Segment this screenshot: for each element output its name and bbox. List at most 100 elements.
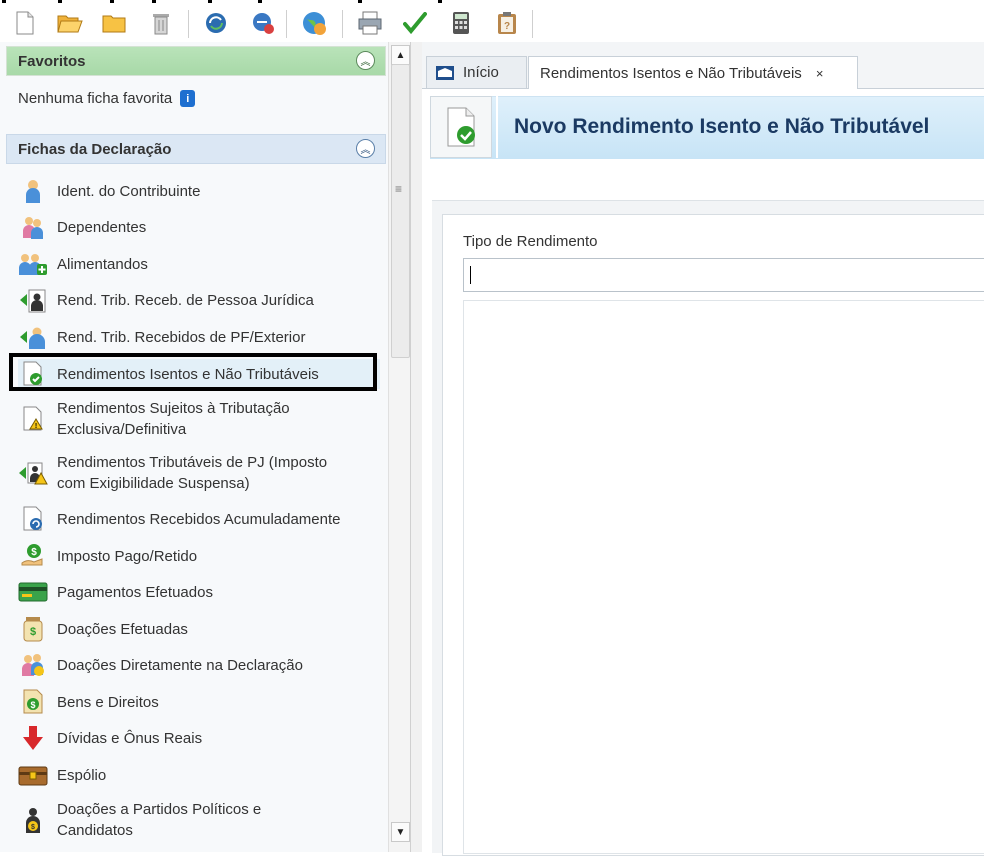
- sidebar-item-rend-exclusiva[interactable]: ! Rendimentos Sujeitos à Tributação Exclu…: [18, 397, 380, 441]
- svg-text:$: $: [30, 626, 36, 638]
- calculator-icon[interactable]: [446, 8, 476, 38]
- donation-jar-icon: $: [18, 614, 48, 644]
- chest-icon: [18, 760, 48, 790]
- tab-label: Rendimentos Isentos e Não Tributáveis: [540, 64, 802, 82]
- fichas-title: Fichas da Declaração: [18, 140, 172, 158]
- trash-icon[interactable]: [146, 8, 176, 38]
- tab-bar: Início Rendimentos Isentos e Não Tributá…: [422, 42, 984, 89]
- tax-paid-icon: $: [18, 541, 48, 571]
- header-divider: [496, 96, 498, 158]
- label-line-2: Candidatos: [57, 822, 133, 839]
- scroll-up-icon[interactable]: ▲: [391, 45, 410, 65]
- income-pf-icon: [18, 322, 48, 352]
- open-folder-icon[interactable]: [55, 8, 85, 38]
- sidebar-item-label: Dependentes: [57, 218, 147, 236]
- sidebar-item-pagamentos[interactable]: Pagamentos Efetuados: [18, 577, 380, 607]
- sidebar-item-imposto-pago[interactable]: $ Imposto Pago/Retido: [18, 541, 380, 571]
- text-caret: [470, 266, 471, 284]
- person-icon: [18, 176, 48, 206]
- scroll-down-icon[interactable]: ▼: [391, 822, 410, 842]
- sidebar-item-label-multiline: Rendimentos Tributáveis de PJ (Imposto co…: [57, 452, 327, 494]
- income-pj-icon: [18, 285, 48, 315]
- sidebar-item-label: Rend. Trib. Receb. de Pessoa Jurídica: [57, 291, 314, 309]
- tab-inicio[interactable]: Início: [426, 56, 527, 88]
- home-icon: [435, 65, 455, 81]
- sidebar-item-doacoes-partidos[interactable]: $ Doações a Partidos Políticos e Candidat…: [18, 798, 380, 842]
- sidebar-item-label: Bens e Direitos: [57, 693, 159, 711]
- svg-text:!: !: [35, 423, 37, 430]
- dependents-icon: [18, 212, 48, 242]
- svg-text:$: $: [30, 700, 35, 710]
- collapse-favoritos-icon[interactable]: ︽: [356, 51, 375, 70]
- clipboard-icon[interactable]: ?: [492, 8, 522, 38]
- recover-icon[interactable]: [248, 8, 278, 38]
- toolbar: ?: [0, 4, 984, 42]
- new-file-icon[interactable]: [10, 8, 40, 38]
- label-line-1: Rendimentos Sujeitos à Tributação: [57, 400, 290, 417]
- scroll-thumb[interactable]: [391, 64, 410, 358]
- main-content: Início Rendimentos Isentos e Não Tributá…: [422, 42, 984, 856]
- favoritos-title: Favoritos: [18, 52, 86, 70]
- sidebar-item-label: Ident. do Contribuinte: [57, 182, 201, 200]
- sync-icon[interactable]: [201, 8, 231, 38]
- sidebar-item-alimentandos[interactable]: Alimentandos: [18, 249, 380, 279]
- favoritos-empty: Nenhuma ficha favorita i: [18, 90, 196, 107]
- selection-highlight-box: [9, 353, 377, 391]
- sidebar-item-rend-trib-pj[interactable]: Rend. Trib. Receb. de Pessoa Jurídica: [18, 285, 380, 315]
- sidebar-item-doacoes-efetuadas[interactable]: $ Doações Efetuadas: [18, 614, 380, 644]
- sidebar-item-label: Dívidas e Ônus Reais: [57, 729, 203, 747]
- debt-arrow-icon: [18, 723, 48, 753]
- label-line-1: Doações a Partidos Políticos e: [57, 801, 262, 818]
- check-icon[interactable]: [400, 8, 430, 38]
- card-icon: [18, 577, 48, 607]
- sidebar-item-label-multiline: Rendimentos Sujeitos à Tributação Exclusi…: [57, 398, 290, 440]
- close-icon[interactable]: ×: [816, 66, 824, 81]
- tipo-rendimento-input[interactable]: [463, 258, 984, 292]
- sidebar-item-rend-trib-pf[interactable]: Rend. Trib. Recebidos de PF/Exterior: [18, 322, 380, 352]
- info-icon[interactable]: i: [180, 90, 196, 107]
- tipo-rendimento-list[interactable]: [463, 300, 984, 854]
- document-refresh-icon: [18, 504, 48, 534]
- svg-text:?: ?: [504, 21, 510, 32]
- sidebar-scrollbar[interactable]: ▲ ≡ ▼: [388, 42, 411, 852]
- document-warning-icon: !: [18, 404, 48, 434]
- sidebar-item-label-multiline: Doações a Partidos Políticos e Candidatos: [57, 799, 261, 841]
- svg-text:$: $: [31, 824, 35, 831]
- political-donation-icon: $: [18, 805, 48, 835]
- sidebar-item-doacoes-diretamente[interactable]: Doações Diretamente na Declaração: [18, 650, 380, 680]
- tab-rendimentos-isentos[interactable]: Rendimentos Isentos e Não Tributáveis ×: [528, 56, 858, 89]
- tab-label: Início: [463, 64, 499, 81]
- assets-icon: $: [18, 687, 48, 717]
- income-suspended-icon: [18, 458, 48, 488]
- sidebar-item-label: Espólio: [57, 766, 107, 784]
- sidebar-item-label: Rendimentos Recebidos Acumuladamente: [57, 510, 341, 528]
- sidebar-item-label: Imposto Pago/Retido: [57, 547, 198, 565]
- sidebar-item-ident-contribuinte[interactable]: Ident. do Contribuinte: [18, 176, 380, 206]
- sidebar-item-dependentes[interactable]: Dependentes: [18, 212, 380, 242]
- fichas-header[interactable]: Fichas da Declaração ︽: [6, 134, 386, 164]
- alimentandos-icon: [18, 249, 48, 279]
- page-title: Novo Rendimento Isento e Não Tributável: [514, 115, 930, 138]
- sidebar-item-rend-pj-suspensa[interactable]: Rendimentos Tributáveis de PJ (Imposto co…: [18, 451, 380, 495]
- label-line-2: com Exigibilidade Suspensa): [57, 475, 250, 492]
- globe-icon[interactable]: [299, 8, 329, 38]
- sidebar-item-label: Doações Diretamente na Declaração: [57, 656, 303, 674]
- label-line-1: Rendimentos Tributáveis de PJ (Imposto: [57, 454, 328, 471]
- sidebar-item-label: Rend. Trib. Recebidos de PF/Exterior: [57, 328, 306, 346]
- sidebar-item-dividas[interactable]: Dívidas e Ônus Reais: [18, 723, 380, 753]
- folder-icon[interactable]: [99, 8, 129, 38]
- favoritos-empty-text: Nenhuma ficha favorita: [18, 90, 173, 107]
- sidebar-item-espolio[interactable]: Espólio: [18, 760, 380, 790]
- sidebar-item-label: Pagamentos Efetuados: [57, 583, 213, 601]
- grip-icon: ≡: [395, 182, 403, 196]
- sidebar-item-label: Doações Efetuadas: [57, 620, 188, 638]
- sidebar-item-rend-acumuladamente[interactable]: Rendimentos Recebidos Acumuladamente: [18, 504, 380, 534]
- sidebar-item-label: Alimentandos: [57, 255, 148, 273]
- sidebar-item-bens-direitos[interactable]: $ Bens e Direitos: [18, 687, 380, 717]
- collapse-fichas-icon[interactable]: ︽: [356, 139, 375, 158]
- donation-people-icon: [18, 650, 48, 680]
- print-icon[interactable]: [355, 8, 385, 38]
- document-check-icon: [430, 96, 492, 158]
- favoritos-header[interactable]: Favoritos ︽: [6, 46, 386, 76]
- svg-text:$: $: [31, 547, 37, 558]
